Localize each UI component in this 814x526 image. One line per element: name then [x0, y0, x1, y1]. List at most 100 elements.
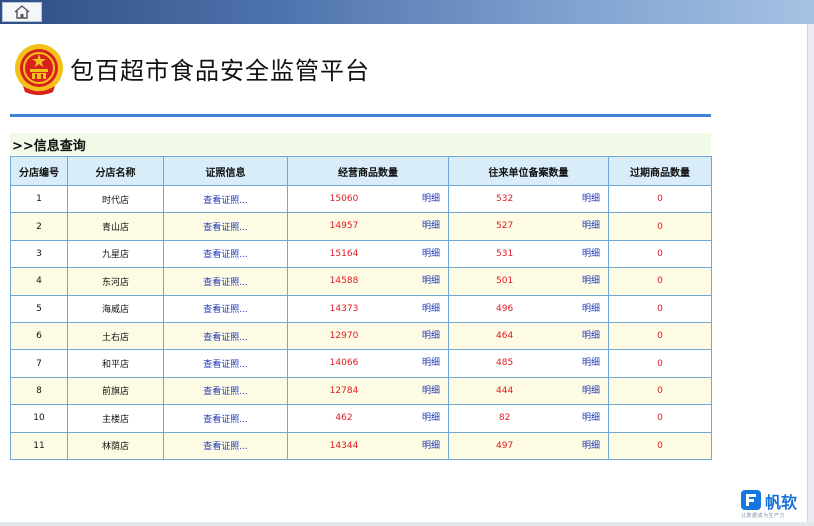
expired-count-cell: 0	[608, 431, 712, 460]
supplier-count-value: 501	[496, 276, 514, 287]
column-header-expired-count[interactable]: 过期商品数量	[608, 156, 712, 186]
view-certificate-link[interactable]: 查看证照...	[163, 212, 288, 241]
supplier-count-value: 485	[496, 358, 514, 369]
expired-count-cell: 0	[608, 349, 712, 378]
store-name-cell: 东河店	[67, 267, 164, 296]
goods-detail-link[interactable]: 明细	[422, 405, 440, 431]
supplier-detail-link[interactable]: 明细	[582, 296, 600, 322]
supplier-detail-link[interactable]: 明细	[582, 433, 600, 459]
supplier-detail-link[interactable]: 明细	[582, 241, 600, 267]
supplier-detail-link[interactable]: 明细	[582, 405, 600, 431]
goods-detail-link[interactable]: 明细	[422, 268, 440, 294]
goods-detail-link[interactable]: 明细	[422, 186, 440, 212]
title-divider	[10, 114, 711, 117]
supplier-count-cell: 497 明细	[448, 431, 609, 460]
goods-count-cell: 14588 明细	[287, 267, 449, 296]
view-certificate-link[interactable]: 查看证照...	[163, 184, 288, 214]
store-name-cell: 主楼店	[67, 404, 164, 433]
supplier-count-value: 82	[498, 413, 511, 424]
goods-count-value: 14373	[329, 303, 359, 314]
supplier-count-cell: 444 明细	[448, 376, 609, 406]
page-title: 包百超市食品安全监管平台	[70, 57, 370, 85]
vertical-scrollbar[interactable]	[807, 24, 814, 526]
supplier-count-cell: 464 明细	[448, 321, 609, 351]
supplier-detail-link[interactable]: 明细	[582, 323, 600, 349]
supplier-count-cell: 532 明细	[448, 184, 609, 214]
goods-detail-link[interactable]: 明细	[422, 350, 440, 376]
finereport-logo-icon	[741, 490, 761, 510]
store-name-cell: 和平店	[67, 349, 164, 378]
expired-count-cell: 0	[608, 212, 712, 241]
supplier-count-cell: 496 明细	[448, 294, 609, 323]
store-id-cell: 3	[10, 239, 68, 269]
supplier-count-cell: 531 明细	[448, 239, 609, 269]
view-certificate-link[interactable]: 查看证照...	[163, 267, 288, 296]
supplier-count-cell: 82 明细	[448, 404, 609, 433]
expired-count-cell: 0	[608, 184, 712, 214]
table-row: 3 九星店 查看证照... 15164 明细 531 明细 0	[10, 239, 712, 269]
column-header-goods-count[interactable]: 经营商品数量	[287, 156, 449, 186]
store-id-cell: 5	[10, 294, 68, 323]
store-info-table: 分店编号 分店名称 证照信息 经营商品数量 往来单位备案数量 过期商品数量 1时…	[10, 156, 712, 460]
expired-count-cell: 0	[608, 294, 712, 323]
table-header-row: 分店编号 分店名称 证照信息 经营商品数量 往来单位备案数量 过期商品数量	[10, 156, 712, 186]
view-certificate-link[interactable]: 查看证照...	[163, 294, 288, 323]
view-certificate-link[interactable]: 查看证照...	[163, 404, 288, 433]
store-id-cell: 7	[10, 349, 68, 378]
goods-count-cell: 462 明细	[287, 404, 449, 433]
view-certificate-link[interactable]: 查看证照...	[163, 239, 288, 269]
view-certificate-link[interactable]: 查看证照...	[163, 321, 288, 351]
store-id-cell: 2	[10, 212, 68, 241]
view-certificate-link[interactable]: 查看证照...	[163, 376, 288, 406]
section-title: >>信息查询	[12, 139, 86, 154]
store-id-cell: 10	[10, 404, 68, 433]
goods-detail-link[interactable]: 明细	[422, 433, 440, 459]
supplier-detail-link[interactable]: 明细	[582, 268, 600, 294]
goods-count-cell: 14066 明细	[287, 349, 449, 378]
supplier-count-value: 531	[496, 248, 514, 259]
goods-detail-link[interactable]: 明细	[422, 378, 440, 404]
supplier-count-cell: 527 明细	[448, 212, 609, 241]
goods-count-cell: 14373 明细	[287, 294, 449, 323]
column-header-supplier-count[interactable]: 往来单位备案数量	[448, 156, 609, 186]
column-header-store-id[interactable]: 分店编号	[10, 156, 68, 186]
supplier-detail-link[interactable]: 明细	[582, 378, 600, 404]
supplier-count-value: 464	[496, 330, 514, 341]
column-header-store-name[interactable]: 分店名称	[67, 156, 164, 186]
brand-name: 帆软	[765, 493, 798, 512]
supplier-count-value: 497	[496, 440, 514, 451]
table-row: 5 海威店 查看证照... 14373 明细 496 明细 0	[10, 294, 712, 323]
view-certificate-link[interactable]: 查看证照...	[163, 431, 288, 460]
supplier-count-value: 527	[496, 221, 514, 232]
store-name-cell: 前旗店	[67, 376, 164, 406]
goods-count-value: 12970	[329, 330, 359, 341]
store-id-cell: 4	[10, 267, 68, 296]
goods-detail-link[interactable]: 明细	[422, 213, 440, 239]
supplier-count-value: 532	[496, 194, 514, 204]
expired-count-cell: 0	[608, 239, 712, 269]
supplier-detail-link[interactable]: 明细	[582, 186, 600, 212]
goods-detail-link[interactable]: 明细	[422, 296, 440, 322]
goods-detail-link[interactable]: 明细	[422, 323, 440, 349]
table-row: 2 青山店 查看证照... 14957 明细 527 明细 0	[10, 212, 712, 241]
supplier-count-value: 444	[496, 385, 514, 396]
horizontal-scrollbar[interactable]	[0, 522, 814, 526]
top-toolbar	[0, 0, 814, 24]
goods-count-cell: 14344 明细	[287, 431, 449, 460]
table-row: 8 前旗店 查看证照... 12784 明细 444 明细 0	[10, 376, 712, 406]
goods-count-value: 14344	[329, 440, 359, 451]
home-button[interactable]	[2, 2, 42, 22]
supplier-detail-link[interactable]: 明细	[582, 350, 600, 376]
brand-tagline: 让数据成为生产力	[741, 513, 786, 519]
supplier-detail-link[interactable]: 明细	[582, 213, 600, 239]
goods-detail-link[interactable]: 明细	[422, 241, 440, 267]
supplier-count-cell: 485 明细	[448, 349, 609, 378]
table-row: 6 土右店 查看证照... 12970 明细 464 明细 0	[10, 321, 712, 351]
view-certificate-link[interactable]: 查看证照...	[163, 349, 288, 378]
goods-count-value: 462	[335, 413, 353, 424]
table-row: 10 主楼店 查看证照... 462 明细 82 明细 0	[10, 404, 712, 433]
column-header-certificate[interactable]: 证照信息	[163, 156, 288, 186]
goods-count-value: 14957	[329, 221, 359, 232]
expired-count-cell: 0	[608, 404, 712, 433]
expired-count-cell: 0	[608, 321, 712, 351]
